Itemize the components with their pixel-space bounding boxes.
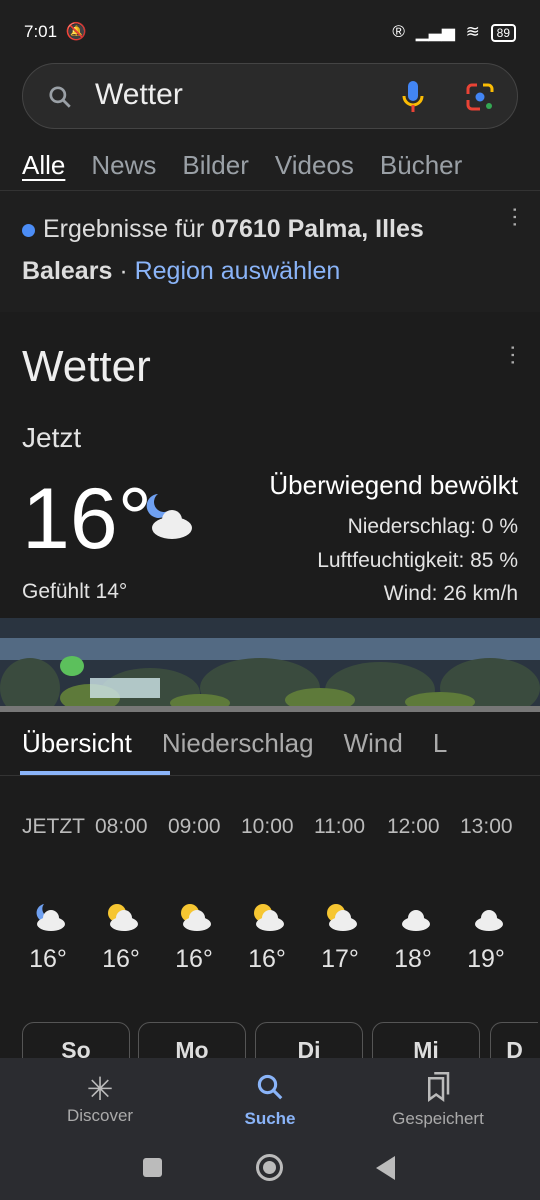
cloud-icon (402, 910, 430, 931)
current-temp: 16° (22, 471, 153, 567)
wind: Wind: 26 km/h (383, 582, 518, 605)
region-prefix: Ergebnisse für (43, 215, 205, 243)
hour-label: 13:00 (460, 815, 513, 838)
condition: Überwiegend bewölkt (269, 470, 518, 500)
search-bar[interactable]: Wetter (22, 63, 518, 129)
hour-forecast: 18° (383, 900, 443, 974)
hour-temp: 16° (175, 945, 213, 973)
divider (0, 190, 540, 191)
hour-label: JETZT (22, 815, 85, 838)
frog-icon (60, 656, 84, 676)
hour-temp: 17° (321, 945, 359, 973)
hour-label: 08:00 (95, 815, 148, 838)
lens-icon[interactable] (465, 82, 495, 112)
tab-bilder[interactable]: Bilder (182, 150, 248, 180)
sun-cloud-icon (181, 904, 211, 931)
tab-precipitation[interactable]: Niederschlag (162, 728, 314, 758)
weather-title: Wetter (22, 342, 151, 391)
nav-gespeichert[interactable]: Gespeichert (358, 1070, 518, 1129)
signal-icon: ▁▃▅ (415, 22, 455, 41)
clock: 7:01 (24, 22, 58, 41)
sun-cloud-icon (108, 904, 138, 931)
feels-like: Gefühlt 14° (22, 580, 128, 603)
status-icons: ® ▁▃▅ ≋ 89 (392, 22, 516, 42)
hour-forecast: 16° (91, 900, 151, 974)
bottom-nav: ✳ Discover Suche Gespeichert (0, 1058, 540, 1200)
precipitation: Niederschlag: 0 % (347, 515, 518, 538)
battery-icon: 89 (490, 24, 516, 42)
hour-label: 11:00 (314, 815, 365, 838)
nav-label: Gespeichert (392, 1109, 484, 1128)
home-button[interactable] (256, 1154, 283, 1181)
back-button[interactable] (376, 1156, 395, 1180)
hour-label: 12:00 (387, 815, 440, 838)
hour-forecast: 17° (310, 900, 370, 974)
search-icon (257, 1074, 283, 1100)
cloud-icon (475, 910, 503, 931)
search-query[interactable]: Wetter (95, 78, 183, 112)
weather-tabs: Übersicht Niederschlag Wind L (22, 728, 447, 759)
hour-temp: 16° (248, 945, 286, 973)
registered-icon: ® (392, 22, 405, 41)
location-dot-icon (22, 224, 35, 237)
select-region-link[interactable]: Region auswählen (135, 257, 341, 285)
separator: · (119, 257, 128, 285)
tab-videos[interactable]: Videos (275, 150, 354, 180)
region-notice: Ergebnisse für 07610 Palma, Illes Balear… (22, 208, 492, 292)
hour-labels: JETZT 08:00 09:00 10:00 11:00 12:00 13:00 (22, 815, 532, 839)
tab-news[interactable]: News (91, 150, 156, 180)
hour-forecast: 16° (18, 900, 78, 974)
sun-cloud-icon (254, 904, 284, 931)
hour-temp: 16° (102, 945, 140, 973)
hour-temp: 16° (29, 945, 67, 973)
status-bar: 7:01 🔕 ® ▁▃▅ ≋ 89 (24, 22, 516, 46)
tab-overview[interactable]: Übersicht (22, 728, 132, 758)
nav-label: Discover (66, 1106, 134, 1125)
hour-temp: 18° (394, 945, 432, 973)
asterisk-icon: ✳ (86, 1071, 114, 1107)
hour-label: 09:00 (168, 815, 221, 838)
mute-icon: 🔕 (65, 22, 87, 41)
wifi-icon: ≋ (465, 22, 480, 41)
hour-forecast: 16° (237, 900, 297, 974)
microphone-icon[interactable] (401, 80, 425, 114)
search-tabs: Alle News Bilder Videos Bücher (22, 150, 540, 181)
weather-more-icon[interactable]: ⋯ (500, 344, 526, 366)
tab-buecher[interactable]: Bücher (380, 150, 462, 180)
search-icon (49, 86, 71, 108)
recents-button[interactable] (143, 1158, 162, 1177)
more-options-icon[interactable]: ⋯ (502, 206, 528, 228)
sun-cloud-icon (327, 904, 357, 931)
hour-forecast: 16° (164, 900, 224, 974)
divider (0, 775, 540, 776)
landscape-illustration (0, 618, 540, 712)
tab-wind[interactable]: Wind (344, 728, 403, 758)
hour-forecast: 19° (456, 900, 516, 974)
moon-cloud-icon (36, 904, 65, 931)
hour-temp: 19° (467, 945, 505, 973)
tab-alle[interactable]: Alle (22, 150, 65, 180)
hour-label: 10:00 (241, 815, 294, 838)
nav-label: Suche (244, 1109, 296, 1128)
now-label: Jetzt (22, 422, 82, 453)
moon-cloud-icon (146, 494, 192, 539)
bookmarks-icon (428, 1072, 450, 1102)
humidity: Luftfeuchtigkeit: 85 % (317, 549, 518, 572)
tab-more[interactable]: L (433, 728, 447, 758)
nav-suche[interactable]: Suche (190, 1070, 350, 1129)
nav-discover[interactable]: ✳ Discover (20, 1070, 180, 1126)
